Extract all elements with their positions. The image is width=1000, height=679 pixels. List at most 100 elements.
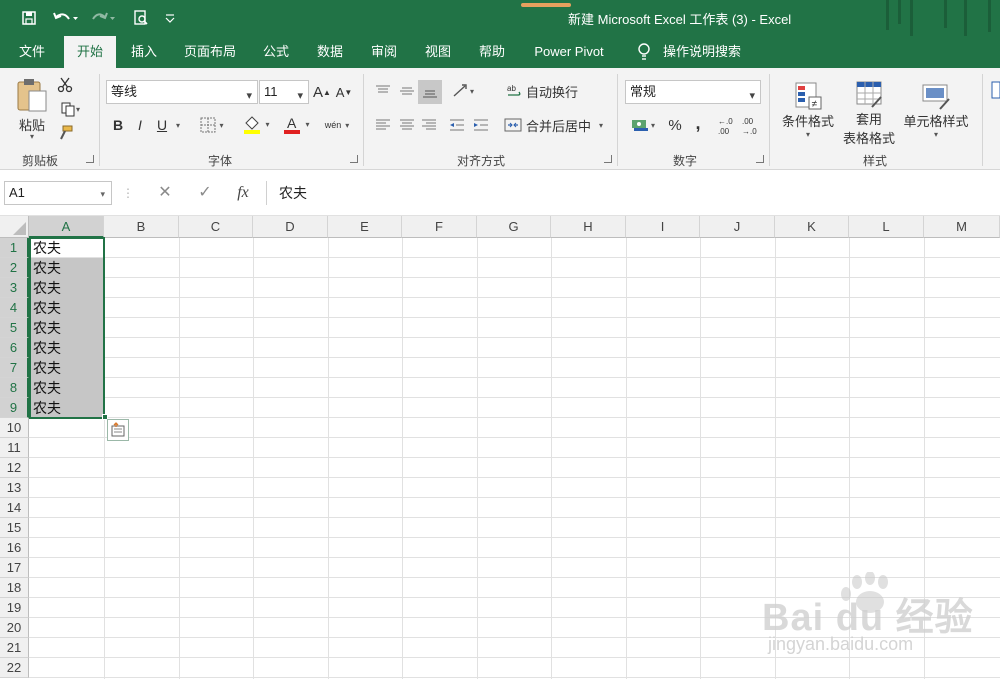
- row-header[interactable]: 6: [0, 338, 29, 358]
- column-header[interactable]: I: [626, 216, 700, 238]
- row-header[interactable]: 5: [0, 318, 29, 338]
- column-header[interactable]: A: [29, 216, 104, 238]
- italic-button[interactable]: I: [130, 114, 150, 136]
- redo-icon[interactable]: [88, 7, 118, 29]
- row-header[interactable]: 20: [0, 618, 29, 638]
- row-header[interactable]: 1: [0, 238, 29, 258]
- format-as-table-button[interactable]: 套用 表格格式: [836, 74, 902, 152]
- conditional-formatting-button[interactable]: ≠ 条件格式 ▾: [778, 74, 838, 146]
- row-header[interactable]: 2: [0, 258, 29, 278]
- paste-button[interactable]: 粘贴 ▾: [12, 74, 52, 144]
- format-painter-icon[interactable]: [54, 122, 76, 144]
- row-header[interactable]: 7: [0, 358, 29, 378]
- font-launcher-icon[interactable]: [350, 155, 358, 163]
- increase-indent-icon[interactable]: [470, 114, 492, 136]
- row-header[interactable]: 18: [0, 578, 29, 598]
- decrease-decimal-icon[interactable]: .00 →.0: [740, 114, 762, 138]
- column-header[interactable]: H: [551, 216, 626, 238]
- tab-view[interactable]: 视图: [416, 36, 460, 68]
- column-header[interactable]: K: [775, 216, 849, 238]
- accounting-format-icon[interactable]: ▾: [626, 114, 660, 136]
- comma-button[interactable]: ,: [688, 112, 708, 134]
- tab-file[interactable]: 文件: [8, 36, 56, 68]
- column-header[interactable]: G: [477, 216, 551, 238]
- tell-me-search[interactable]: 操作说明搜索: [660, 36, 744, 68]
- cell-styles-button[interactable]: 单元格样式 ▾: [900, 74, 972, 146]
- row-header[interactable]: 21: [0, 638, 29, 658]
- phonetic-guide-icon[interactable]: wén ▾: [318, 112, 356, 138]
- select-all-button[interactable]: [0, 216, 29, 238]
- name-box[interactable]: A1 ▾: [4, 181, 112, 205]
- column-header[interactable]: J: [700, 216, 775, 238]
- row-header[interactable]: 12: [0, 458, 29, 478]
- tab-power-pivot[interactable]: Power Pivot: [526, 36, 612, 68]
- cell-a7[interactable]: 农夫: [30, 358, 104, 378]
- increase-decimal-icon[interactable]: ←.0.00: [716, 114, 738, 138]
- cell-a1[interactable]: 农夫: [30, 238, 104, 258]
- column-header[interactable]: D: [253, 216, 328, 238]
- row-header[interactable]: 10: [0, 418, 29, 438]
- cell-a3[interactable]: 农夫: [30, 278, 104, 298]
- row-header[interactable]: 3: [0, 278, 29, 298]
- enter-button[interactable]: ✓: [192, 181, 218, 205]
- insert-function-button[interactable]: fx: [230, 181, 256, 205]
- align-right-icon[interactable]: [418, 114, 440, 136]
- tab-insert[interactable]: 插入: [122, 36, 166, 68]
- cell-a5[interactable]: 农夫: [30, 318, 104, 338]
- shrink-font-button[interactable]: A ▼: [334, 80, 354, 104]
- alignment-launcher-icon[interactable]: [604, 155, 612, 163]
- row-header[interactable]: 15: [0, 518, 29, 538]
- save-icon[interactable]: [18, 7, 40, 29]
- align-center-icon[interactable]: [396, 114, 418, 136]
- row-header[interactable]: 9: [0, 398, 29, 418]
- wrap-text-button[interactable]: ab 自动换行: [506, 80, 584, 102]
- column-header[interactable]: B: [104, 216, 179, 238]
- cell-a2[interactable]: 农夫: [30, 258, 104, 278]
- column-header[interactable]: L: [849, 216, 924, 238]
- underline-dropdown[interactable]: ▾: [172, 114, 184, 136]
- row-header[interactable]: 17: [0, 558, 29, 578]
- number-format-select[interactable]: 常规 ▾: [625, 80, 761, 104]
- cell-a4[interactable]: 农夫: [30, 298, 104, 318]
- row-header[interactable]: 11: [0, 438, 29, 458]
- column-header[interactable]: M: [924, 216, 1000, 238]
- font-color-icon[interactable]: A ▾: [278, 112, 314, 136]
- drag-handle-icon[interactable]: ⋮: [122, 181, 134, 205]
- copy-icon[interactable]: ▾: [54, 98, 86, 120]
- grow-font-button[interactable]: A ▲: [312, 80, 332, 104]
- bold-button[interactable]: B: [108, 114, 128, 136]
- cell-a8[interactable]: 农夫: [30, 378, 104, 398]
- cell-a6[interactable]: 农夫: [30, 338, 104, 358]
- align-middle-icon[interactable]: [396, 80, 418, 102]
- cut-icon[interactable]: [54, 74, 76, 96]
- font-size-select[interactable]: 11 ▾: [259, 80, 309, 104]
- row-header[interactable]: 13: [0, 478, 29, 498]
- row-header[interactable]: 14: [0, 498, 29, 518]
- lightbulb-icon[interactable]: [634, 36, 654, 68]
- align-top-icon[interactable]: [372, 80, 394, 102]
- tab-page-layout[interactable]: 页面布局: [176, 36, 244, 68]
- align-left-icon[interactable]: [372, 114, 394, 136]
- tab-formulas[interactable]: 公式: [254, 36, 298, 68]
- column-header[interactable]: C: [179, 216, 253, 238]
- row-header[interactable]: 16: [0, 538, 29, 558]
- orientation-icon[interactable]: ▾: [448, 80, 478, 102]
- column-header[interactable]: E: [328, 216, 402, 238]
- tab-help[interactable]: 帮助: [470, 36, 514, 68]
- print-preview-icon[interactable]: [130, 7, 152, 29]
- formula-input[interactable]: 农夫: [266, 181, 1000, 205]
- cancel-button[interactable]: ✕: [152, 181, 178, 205]
- font-name-select[interactable]: 等线 ▾: [106, 80, 258, 104]
- tab-data[interactable]: 数据: [308, 36, 352, 68]
- underline-button[interactable]: U: [152, 114, 172, 136]
- insert-cells-icon[interactable]: [990, 78, 1000, 102]
- row-header[interactable]: 19: [0, 598, 29, 618]
- clipboard-launcher-icon[interactable]: [86, 155, 94, 163]
- align-bottom-icon[interactable]: [418, 80, 442, 104]
- undo-icon[interactable]: [50, 7, 80, 29]
- percent-button[interactable]: %: [664, 114, 686, 136]
- decrease-indent-icon[interactable]: [446, 114, 468, 136]
- customize-icon[interactable]: [162, 7, 178, 29]
- row-header[interactable]: 22: [0, 658, 29, 678]
- auto-fill-options-icon[interactable]: [107, 419, 129, 441]
